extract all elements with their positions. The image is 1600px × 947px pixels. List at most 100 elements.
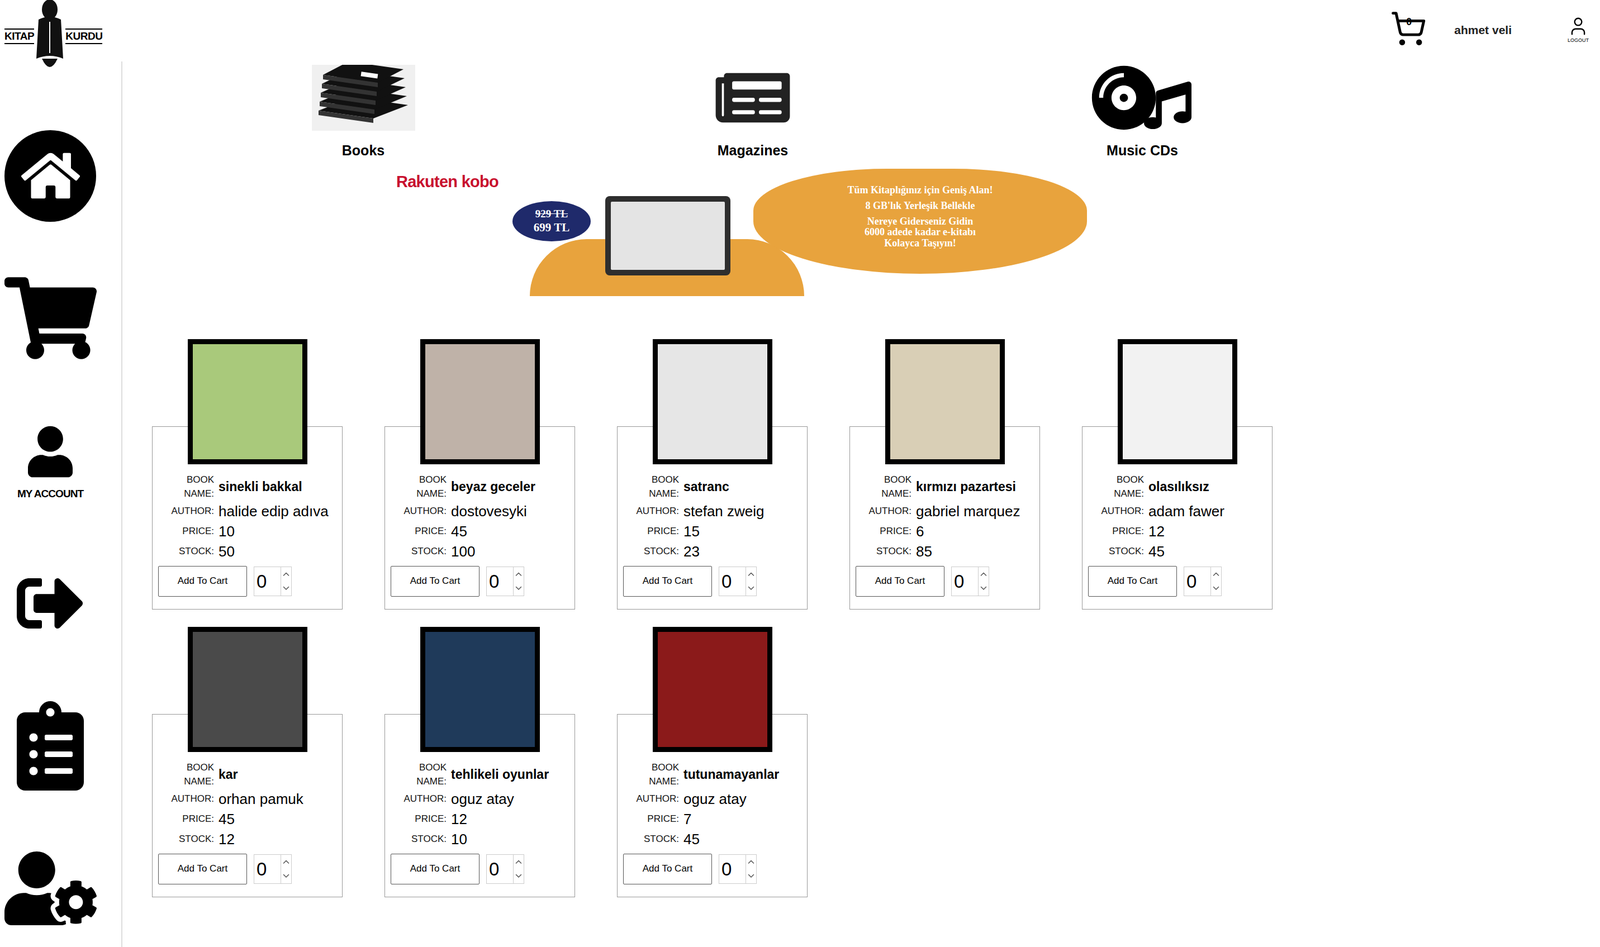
book-field: STOCK:10 [390,829,569,850]
top-bar: 0 ahmet veli LOGOUT [122,0,1600,56]
decrement-icon[interactable] [513,869,524,884]
field-label: BOOK NAME: [855,472,916,502]
field-value: 100 [450,544,476,559]
book-field: AUTHOR:orhan pamuk [158,789,337,810]
field-value: 15 [683,524,700,539]
field-value: 45 [683,832,700,847]
sidebar-item[interactable] [0,247,101,390]
field-value: tehlikeli oyunlar [450,768,549,782]
add-to-cart-button[interactable]: Add To Cart [158,853,248,885]
add-to-cart-button[interactable]: Add To Cart [390,566,480,597]
decrement-icon[interactable] [281,581,292,596]
field-value: 85 [915,544,933,559]
music-cd-icon [1090,64,1195,131]
add-to-cart-button[interactable]: Add To Cart [623,853,712,885]
banner-line: 8 GB'lık Yerleşik Bellekle [865,200,976,212]
increment-icon[interactable] [746,855,757,870]
cart-controls: Add To Cart0 [1088,566,1267,597]
field-label: BOOK NAME: [623,760,684,790]
field-label: BOOK NAME: [1088,472,1149,502]
field-value: oguz atay [683,791,747,807]
add-to-cart-button[interactable]: Add To Cart [390,853,480,885]
magazine-icon [708,64,798,131]
book-cover [187,339,308,465]
field-value: 45 [1148,544,1165,559]
logout-button[interactable]: LOGOUT [1567,10,1589,45]
book-field: STOCK:12 [158,829,337,850]
book-field: BOOK NAME:olasılıksız [1088,472,1267,502]
category-item[interactable]: Music CDs [1072,64,1213,162]
book-field: AUTHOR:adam fawer [1088,501,1267,522]
field-value: 6 [915,524,924,539]
decrement-icon[interactable] [746,581,757,596]
quantity-spinner[interactable]: 0 [486,566,525,597]
increment-icon[interactable] [513,567,524,582]
field-label: BOOK NAME: [623,472,684,502]
book-field: STOCK:85 [855,541,1034,562]
decrement-icon[interactable] [281,869,292,884]
banner-line: 6000 adede kadar e-kitabı [864,226,976,239]
increment-icon[interactable] [281,567,292,582]
add-to-cart-button[interactable]: Add To Cart [158,566,248,597]
cart-controls: Add To Cart0 [623,566,802,597]
clipboard-icon [8,701,93,791]
logout-label: LOGOUT [1567,36,1589,45]
quantity-spinner[interactable]: 0 [718,566,757,597]
sidebar-item[interactable] [0,817,101,947]
add-to-cart-button[interactable]: Add To Cart [623,566,712,597]
field-value: 7 [683,812,692,827]
category-item[interactable]: Books [293,64,434,162]
field-label: PRICE: [390,524,451,539]
field-value: dostovesyki [450,504,527,519]
add-to-cart-button[interactable]: Add To Cart [1088,566,1177,597]
increment-icon[interactable] [978,567,989,582]
header-cart[interactable]: 0 [1384,10,1432,47]
sidebar-item[interactable]: MY ACCOUNT [0,389,101,533]
increment-icon[interactable] [1211,567,1222,582]
cart-outline-icon [1384,10,1432,47]
book-field: PRICE:6 [855,521,1034,542]
field-value: 45 [450,524,468,539]
decrement-icon[interactable] [746,869,757,884]
decrement-icon[interactable] [1211,581,1222,596]
field-value: tutunamayanlar [683,768,780,782]
book-field: STOCK:23 [623,541,802,562]
field-label: AUTHOR: [390,791,451,807]
book-field: AUTHOR:oguz atay [623,789,802,810]
sidebar-item[interactable] [0,674,101,818]
cart-controls: Add To Cart0 [855,566,1034,597]
increment-icon[interactable] [513,855,524,870]
logo-right-text: KURDU [65,28,103,45]
book-field: PRICE:12 [390,809,569,830]
add-to-cart-button[interactable]: Add To Cart [855,566,945,597]
decrement-icon[interactable] [978,581,989,596]
quantity-spinner[interactable]: 0 [1183,566,1222,597]
quantity-spinner[interactable]: 0 [253,566,292,597]
decrement-icon[interactable] [513,581,524,596]
quantity-spinner[interactable]: 0 [951,566,990,597]
field-label: AUTHOR: [623,791,684,807]
book-card: BOOK NAME:kırmızı pazartesiAUTHOR:gabrie… [849,339,1041,610]
field-value: orhan pamuk [218,791,304,807]
promo-banner[interactable]: Rakuten kobo929 TL699 TLTüm Kitaplığınız… [396,168,1087,297]
category-label: Books [342,140,385,162]
field-label: PRICE: [623,812,684,827]
increment-icon[interactable] [281,855,292,870]
book-card: BOOK NAME:sinekli bakkalAUTHOR:halide ed… [152,339,343,610]
user-name: ahmet veli [1454,10,1512,40]
field-label: STOCK: [158,832,219,847]
sidebar-item[interactable] [0,104,101,248]
sidebar-item[interactable] [0,532,101,675]
quantity-spinner[interactable]: 0 [253,854,292,885]
book-card: BOOK NAME:karAUTHOR:orhan pamukPRICE:45S… [152,627,343,898]
quantity-value: 0 [486,572,514,591]
book-field: PRICE:45 [158,809,337,830]
category-item[interactable]: Magazines [682,64,823,162]
increment-icon[interactable] [746,567,757,582]
quantity-spinner[interactable]: 0 [718,854,757,885]
quantity-spinner[interactable]: 0 [486,854,525,885]
cart-controls: Add To Cart 0 [390,566,569,597]
book-field: BOOK NAME:kırmızı pazartesi [855,472,1034,502]
books-icon [311,64,416,131]
banner-line: Nereye Giderseniz Gidin [867,216,974,228]
